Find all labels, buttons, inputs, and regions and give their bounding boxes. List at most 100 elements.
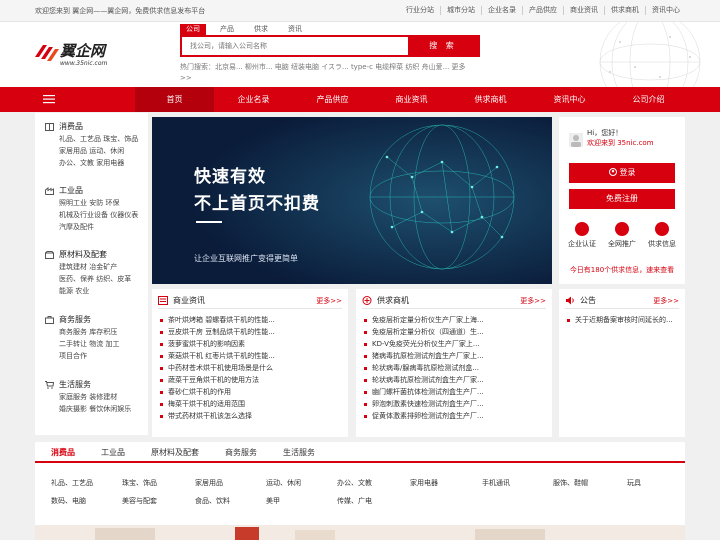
nav-item-info-center[interactable]: 资讯中心 xyxy=(530,87,609,112)
category-heading[interactable]: 消费品 xyxy=(45,121,145,133)
category-links[interactable]: 家庭服务 装修建材 xyxy=(45,392,145,403)
user-panel: Hi，您好！ 欢迎来到 35nic.com 登录 免费注册 企业认证 全网推广 … xyxy=(559,117,685,284)
list-item[interactable]: 促黄体激素排卵检测试剂盒生产厂... xyxy=(364,410,546,422)
category-links[interactable]: 能源 农业 xyxy=(45,286,145,297)
bottom-link[interactable]: 手机通讯 xyxy=(482,478,510,488)
search-tab-product[interactable]: 产品 xyxy=(214,24,240,35)
certify-link[interactable]: 企业认证 xyxy=(565,222,599,249)
promote-link[interactable]: 全网推广 xyxy=(605,222,639,249)
list-item[interactable]: 萊菇烘干机 红枣片烘干机的性能... xyxy=(160,350,342,362)
tab-materials[interactable]: 原材料及配套 xyxy=(151,442,199,461)
box-icon xyxy=(45,251,54,259)
tab-life[interactable]: 生活服务 xyxy=(283,442,315,461)
category-links[interactable]: 医药、保养 纺织、皮革 xyxy=(45,274,145,285)
login-button[interactable]: 登录 xyxy=(569,163,675,183)
top-link-directory[interactable]: 企业名录 xyxy=(481,6,522,15)
nav-item-products[interactable]: 产品供应 xyxy=(293,87,372,112)
category-links[interactable]: 项目合作 xyxy=(45,351,145,362)
bottom-link[interactable]: 玩具 xyxy=(627,478,641,488)
hot-search-terms[interactable]: 北京易... 柳州市... 电脑 纽装电脑 イスラ... type-c 电缆榨菜… xyxy=(215,63,449,71)
search-box: 搜 索 xyxy=(180,35,480,57)
list-item[interactable]: KD-V免疫荧光分析仪生产厂家上... xyxy=(364,338,546,350)
tab-business[interactable]: 商务服务 xyxy=(225,442,257,461)
top-link-products[interactable]: 产品供应 xyxy=(522,6,563,15)
category-links[interactable]: 汽摩及配件 xyxy=(45,222,145,233)
category-heading[interactable]: 商务服务 xyxy=(45,314,145,326)
bottom-link[interactable]: 珠宝、饰品 xyxy=(122,478,157,488)
list-item[interactable]: 蔬菜干豆角烘干机的使用方法 xyxy=(160,374,342,386)
bottom-link[interactable]: 家居用品 xyxy=(195,478,223,488)
category-links[interactable]: 商务服务 库存积压 xyxy=(45,327,145,338)
category-title: 工业品 xyxy=(59,186,83,195)
bottom-link[interactable]: 家用电器 xyxy=(410,478,438,488)
category-links[interactable]: 家居用品 运动、休闲 xyxy=(45,146,145,157)
bottom-link[interactable]: 办公、文教 xyxy=(337,478,372,488)
list-item[interactable]: 茶叶烘烤箱 碧螺春烘干机的性能... xyxy=(160,314,342,326)
nav-item-directory[interactable]: 企业名录 xyxy=(214,87,293,112)
top-link-city[interactable]: 城市分站 xyxy=(440,6,481,15)
more-link[interactable]: 更多>> xyxy=(316,296,342,306)
top-link-info-center[interactable]: 资讯中心 xyxy=(645,6,686,15)
list-item[interactable]: 菠萝蜜烘干机的影响因素 xyxy=(160,338,342,350)
search-button[interactable]: 搜 索 xyxy=(408,37,478,55)
bottom-link[interactable]: 数码、电脑 xyxy=(51,496,86,506)
category-links[interactable]: 二手转让 物流 加工 xyxy=(45,339,145,350)
top-link-supply[interactable]: 供求商机 xyxy=(604,6,645,15)
list-item[interactable]: 免疫层析定量分析仪生产厂家上海... xyxy=(364,314,546,326)
bottom-link[interactable]: 礼品、工艺品 xyxy=(51,478,93,488)
nav-item-supply[interactable]: 供求商机 xyxy=(451,87,530,112)
category-links[interactable]: 建筑建材 冶金矿产 xyxy=(45,262,145,273)
bottom-link[interactable]: 服饰、鞋帽 xyxy=(553,478,588,488)
list-item[interactable]: 带式药材烘干机该怎么选择 xyxy=(160,410,342,422)
list-item[interactable]: 关于近期备案审核时间延长的... xyxy=(567,314,679,326)
category-heading[interactable]: 工业品 xyxy=(45,185,145,197)
category-heading[interactable]: 生活服务 xyxy=(45,379,145,391)
list-item[interactable]: 梅菜干烘干机的适用范围 xyxy=(160,398,342,410)
category-links[interactable]: 办公、文教 家用电器 xyxy=(45,158,145,169)
certify-icon xyxy=(575,222,589,236)
category-group-consumer: 消费品 礼品、工艺品 珠宝、饰品 家居用品 运动、休闲 办公、文教 家用电器 xyxy=(45,121,145,169)
category-links[interactable]: 礼品、工艺品 珠宝、饰品 xyxy=(45,134,145,145)
more-link[interactable]: 更多>> xyxy=(520,296,546,306)
tab-industrial[interactable]: 工业品 xyxy=(101,442,125,461)
bottom-link-row: 数码、电脑 美容与配套 食品、饮料 美甲 传媒、广电 xyxy=(51,496,671,508)
search-input[interactable] xyxy=(182,37,410,55)
list-item[interactable]: 轮状病毒/腺病毒抗原检测试剂盒... xyxy=(364,362,546,374)
search-tab-supply[interactable]: 供求 xyxy=(248,24,274,35)
list-item[interactable]: 中药材苍术烘干机使用场景是什么 xyxy=(160,362,342,374)
category-group-industrial: 工业品 照明工业 安防 环保 机械及行业设备 仪器仪表 汽摩及配件 xyxy=(45,185,145,233)
search-tab-company[interactable]: 公司 xyxy=(180,24,206,35)
nav-item-about[interactable]: 公司介绍 xyxy=(609,87,688,112)
promo-banner[interactable]: 快速有效 不上首页不扣费 让企业互联网推广变得更简单 xyxy=(152,117,552,284)
list-item[interactable]: 卵泡刺激素快速检测试剂盒生产厂... xyxy=(364,398,546,410)
bottom-link[interactable]: 美甲 xyxy=(266,496,280,506)
list-item[interactable]: 豆皮烘干房 豆制品烘干机的性能... xyxy=(160,326,342,338)
search-tab-news[interactable]: 资讯 xyxy=(282,24,308,35)
category-links[interactable]: 机械及行业设备 仪器仪表 xyxy=(45,210,145,221)
nav-item-home[interactable]: 首页 xyxy=(135,87,214,112)
bottom-link[interactable]: 传媒、广电 xyxy=(337,496,372,506)
list-item[interactable]: 春砂仁烘干机的作用 xyxy=(160,386,342,398)
list-item[interactable]: 幽门螺杆菌抗体检测试剂盒生产厂... xyxy=(364,386,546,398)
panel-title: 公告 xyxy=(580,296,596,305)
category-links[interactable]: 照明工业 安防 环保 xyxy=(45,198,145,209)
list-item[interactable]: 猪病毒抗原检测试剂盒生产厂家上... xyxy=(364,350,546,362)
top-link-industry[interactable]: 行业分站 xyxy=(400,6,440,15)
logo[interactable]: 翼企网 www.35nic.com xyxy=(35,40,125,70)
category-heading[interactable]: 原材料及配套 xyxy=(45,249,145,261)
info-link[interactable]: 供求信息 xyxy=(645,222,679,249)
bottom-link[interactable]: 运动、休闲 xyxy=(266,478,301,488)
nav-item-news[interactable]: 商业资讯 xyxy=(372,87,451,112)
bottom-link[interactable]: 美容与配套 xyxy=(122,496,157,506)
list-item[interactable]: 轮状病毒抗原检测试剂盒生产厂家... xyxy=(364,374,546,386)
bottom-link[interactable]: 食品、饮料 xyxy=(195,496,230,506)
hamburger-icon[interactable] xyxy=(43,93,55,105)
top-link-news[interactable]: 商业资讯 xyxy=(563,6,604,15)
supply-count-tip[interactable]: 今日有180个供求信息，速来查看 xyxy=(569,265,675,275)
register-button[interactable]: 免费注册 xyxy=(569,189,675,209)
category-links[interactable]: 婚庆摄影 餐饮休闲娱乐 xyxy=(45,404,145,415)
tab-consumer[interactable]: 消费品 xyxy=(51,442,75,461)
ad-banner-strip[interactable] xyxy=(35,525,685,540)
more-link[interactable]: 更多>> xyxy=(653,296,679,306)
list-item[interactable]: 免疫层析定量分析仪（四通道）生... xyxy=(364,326,546,338)
